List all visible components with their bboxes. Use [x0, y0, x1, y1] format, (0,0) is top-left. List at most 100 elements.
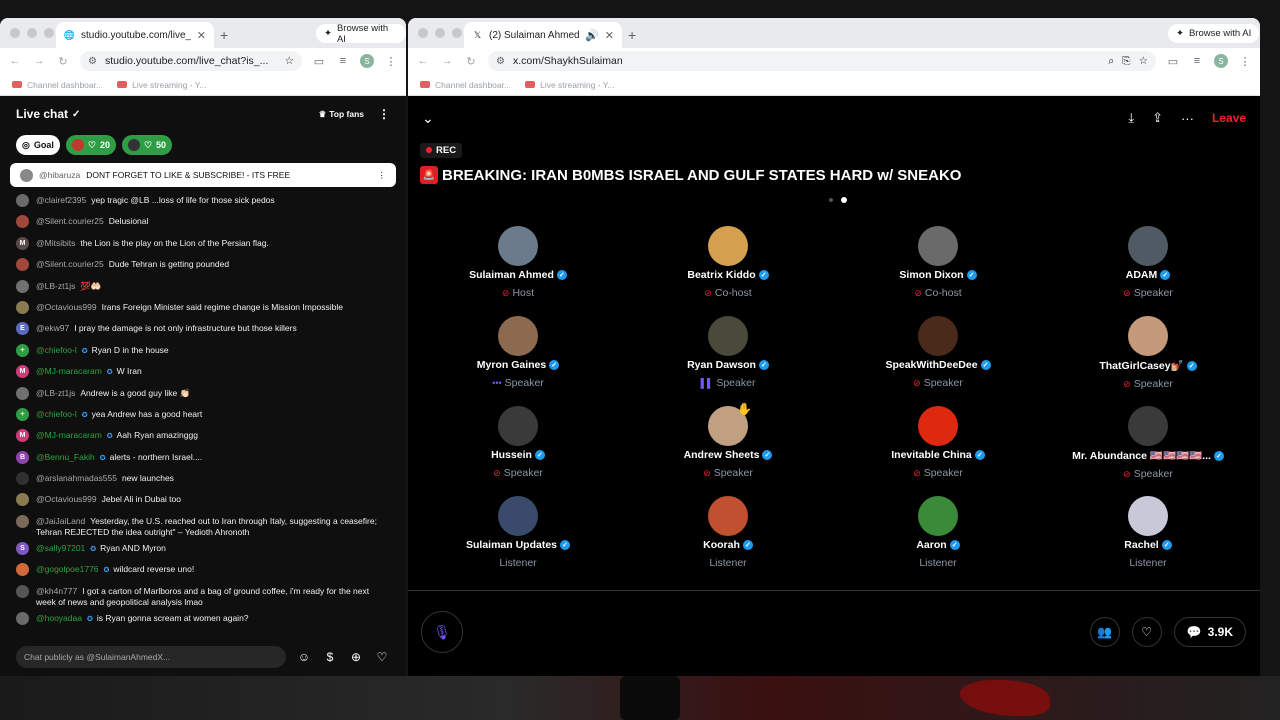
participant-card[interactable]: Inevitable China ✓ ⊘ Speaker — [833, 406, 1043, 480]
profile-avatar[interactable]: S — [360, 54, 374, 68]
chat-message[interactable]: M @MJ-maracaram ✪ Aah Ryan amazinggg — [16, 425, 390, 446]
chat-message[interactable]: @Octavious999 Jebel Ali in Dubai too — [16, 489, 390, 510]
site-info-icon[interactable]: ⚙ — [496, 56, 505, 67]
message-author[interactable]: @arslanahmadas555 — [36, 473, 117, 483]
minimize-space-icon[interactable]: ⤓ — [1128, 110, 1134, 126]
more-options-icon[interactable]: ⋮ — [378, 170, 387, 181]
window-controls[interactable] — [10, 28, 54, 38]
bookmark-live-streaming[interactable]: Live streaming - Y... — [117, 80, 206, 90]
avatar[interactable] — [498, 226, 538, 266]
tab-search-icon[interactable]: ≡ — [1190, 55, 1204, 67]
add-icon[interactable]: ⊕ — [348, 650, 364, 664]
avatar[interactable] — [708, 496, 748, 536]
message-author[interactable]: @LB-zt1js — [36, 281, 75, 291]
message-author[interactable]: @kh4n777 — [36, 586, 77, 596]
new-tab-icon[interactable]: + — [628, 27, 636, 43]
new-tab-icon[interactable]: + — [220, 27, 228, 43]
chat-message[interactable]: @Silent.courier25 Dude Tehran is getting … — [16, 254, 390, 275]
address-bar[interactable]: ⚙ studio.youtube.com/live_chat?is_... ☆ — [80, 51, 302, 71]
participant-card[interactable]: Ryan Dawson ✓ ▌▌ Speaker — [623, 316, 833, 390]
participant-card[interactable]: Rachel ✓ Listener — [1043, 496, 1253, 570]
chat-message[interactable]: E @ekw97 I pray the damage is not only inf… — [16, 318, 390, 339]
message-author[interactable]: @chiefoo-l — [36, 409, 77, 419]
participant-card[interactable]: Koorah ✓ Listener — [623, 496, 833, 570]
message-author[interactable]: @sally97201 — [36, 543, 85, 553]
message-author[interactable]: @LB-zt1js — [36, 388, 75, 398]
chat-message[interactable]: S @sally97201 ✪ Ryan AND Myron — [16, 538, 390, 559]
reload-icon[interactable]: ↻ — [56, 55, 70, 68]
chat-message[interactable]: @hooyadaa ✪ is Ryan gonna scream at women … — [16, 608, 390, 629]
avatar[interactable] — [1128, 406, 1168, 446]
chat-message[interactable]: + @chiefoo-l ✪ yea Andrew has a good heart — [16, 404, 390, 425]
star-icon[interactable]: ☆ — [1139, 55, 1148, 67]
emoji-icon[interactable]: ☺ — [296, 650, 312, 664]
participant-card[interactable]: Mr. Abundance 🇺🇸🇺🇸🇺🇸🇺🇸... ✓ ⊘ Speaker — [1043, 406, 1253, 480]
microphone-button[interactable]: 🎙 — [421, 611, 463, 653]
chat-message[interactable]: B @Bennu_Fakih ✪ alerts - northern Israel..… — [16, 447, 390, 468]
avatar[interactable] — [498, 316, 538, 356]
participant-card[interactable]: ✋ Andrew Sheets ✓ ⊘ Speaker — [623, 402, 833, 480]
forward-icon[interactable]: → — [440, 55, 454, 67]
chat-message[interactable]: @LB-zt1js Andrew is a good guy like 👏🏻 — [16, 383, 390, 404]
message-author[interactable]: @Bennu_Fakih — [36, 452, 95, 462]
avatar[interactable] — [1128, 496, 1168, 536]
chat-message[interactable]: @gogolpoe1776 ✪ wildcard reverse uno! — [16, 559, 390, 580]
bookmark-channel-dashboard[interactable]: Channel dashboar... — [420, 80, 511, 90]
bookmark-channel-dashboard[interactable]: Channel dashboar... — [12, 80, 103, 90]
close-tab-icon[interactable]: ✕ — [197, 29, 206, 42]
page-dot-active[interactable] — [841, 197, 847, 203]
menu-icon[interactable]: ⋮ — [384, 55, 398, 68]
back-icon[interactable]: ← — [8, 55, 22, 67]
reload-icon[interactable]: ↻ — [464, 55, 478, 68]
chat-message[interactable]: M @Mitsibits the Lion is the play on the L… — [16, 233, 390, 254]
pinned-message[interactable]: @hibaruza DONT FORGET TO LIKE & SUBSCRIB… — [10, 163, 396, 187]
avatar[interactable] — [708, 316, 748, 356]
message-author[interactable]: @MJ-maracaram — [36, 366, 102, 376]
zoom-icon[interactable]: ⌕ — [1108, 55, 1114, 68]
chat-message[interactable]: @clairef2395 yep tragic @LB ...loss of li… — [16, 190, 390, 211]
more-options-icon[interactable]: ⋮ — [378, 107, 390, 121]
browse-with-ai-button[interactable]: ✦ Browse with AI — [316, 23, 406, 45]
chat-message[interactable]: @Octavious999 Irans Foreign Minister said… — [16, 297, 390, 318]
message-author[interactable]: @Silent.courier25 — [36, 216, 104, 226]
profile-avatar[interactable]: S — [1214, 54, 1228, 68]
avatar[interactable] — [1128, 226, 1168, 266]
avatar[interactable] — [1128, 316, 1168, 356]
avatar[interactable] — [918, 406, 958, 446]
message-author[interactable]: @Octavious999 — [36, 494, 97, 504]
chat-message[interactable]: @JaiJaiLand Yesterday, the U.S. reached o… — [16, 511, 390, 538]
tab-search-icon[interactable]: ≡ — [336, 55, 350, 67]
avatar[interactable] — [708, 226, 748, 266]
avatar[interactable] — [498, 496, 538, 536]
back-icon[interactable]: ← — [416, 55, 430, 67]
star-icon[interactable]: ☆ — [285, 55, 294, 67]
window-controls[interactable] — [418, 28, 462, 38]
people-button[interactable]: 👥 — [1089, 617, 1120, 647]
participant-card[interactable]: Beatrix Kiddo ✓ ⊘ Co-host — [623, 226, 833, 300]
chat-message[interactable]: @Silent.courier25 Delusional — [16, 211, 390, 232]
chat-message[interactable]: + @chiefoo-l ✪ Ryan D in the house — [16, 340, 390, 361]
message-author[interactable]: @hooyadaa — [36, 613, 82, 623]
message-author[interactable]: @gogolpoe1776 — [36, 564, 99, 574]
page-indicator[interactable] — [416, 197, 1260, 203]
chat-message[interactable]: @kh4n777 I got a carton of Marlboros and … — [16, 581, 390, 608]
sidepanel-icon[interactable]: ▭ — [312, 55, 326, 68]
message-author[interactable]: @chiefoo-l — [36, 345, 77, 355]
avatar[interactable] — [918, 226, 958, 266]
page-dot[interactable] — [829, 198, 833, 202]
top-fans-button[interactable]: ♛ Top fans — [319, 109, 364, 120]
comments-button[interactable]: 💬 3.9K — [1173, 617, 1246, 647]
message-author[interactable]: @ekw97 — [36, 323, 69, 333]
chat-message[interactable]: @arslanahmadas555 new launches — [16, 468, 390, 489]
poll-chip-2[interactable]: ♡ 50 — [121, 135, 173, 155]
avatar[interactable] — [498, 406, 538, 446]
tab-x-profile[interactable]: 𝕏 (2) Sulaiman Ahmed (@Sł 🔊 ✕ — [464, 22, 622, 48]
participant-card[interactable]: Sulaiman Updates ✓ Listener — [413, 496, 623, 570]
chat-input[interactable]: Chat publicly as @SulaimanAhmedX... — [16, 646, 286, 668]
more-options-icon[interactable]: ··· — [1181, 111, 1194, 126]
share-icon[interactable]: ⇪ — [1152, 110, 1163, 126]
menu-icon[interactable]: ⋮ — [1238, 55, 1252, 68]
sidepanel-icon[interactable]: ▭ — [1166, 55, 1180, 68]
chat-message[interactable]: @LB-zt1js 💯🤲🏻 — [16, 276, 390, 297]
super-chat-icon[interactable]: $ — [322, 650, 338, 664]
